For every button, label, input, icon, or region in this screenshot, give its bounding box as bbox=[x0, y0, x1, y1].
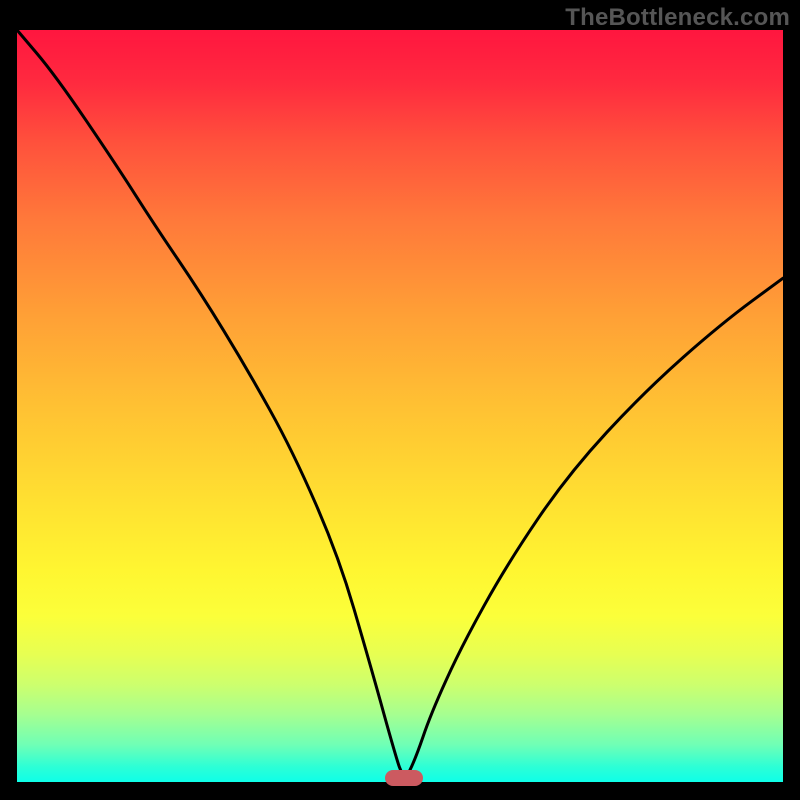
plot-area bbox=[17, 30, 783, 782]
optimal-marker bbox=[385, 770, 423, 786]
curve-layer bbox=[17, 30, 783, 782]
watermark-text: TheBottleneck.com bbox=[565, 4, 790, 32]
bottleneck-chart: TheBottleneck.com bbox=[0, 0, 800, 800]
bottleneck-curve-path bbox=[17, 30, 783, 775]
